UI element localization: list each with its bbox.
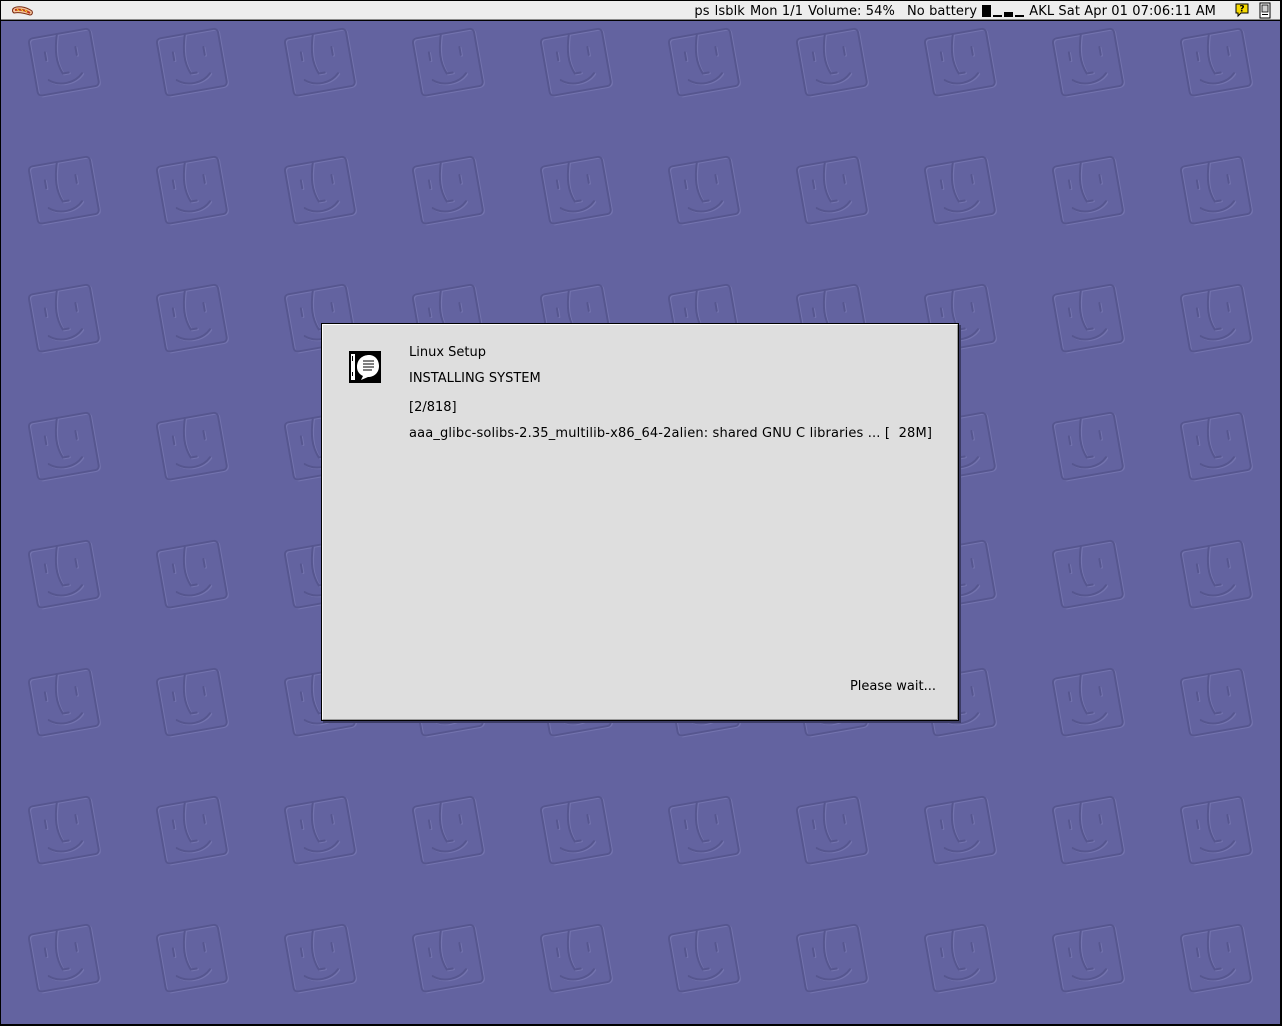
setup-dialog: Linux Setup INSTALLING SYSTEM [2/818] aa… [321,323,959,721]
hotdog-logo-icon[interactable] [11,2,35,19]
dialog-heading: INSTALLING SYSTEM [409,371,541,386]
package-description: aaa_glibc-solibs-2.35_multilib-x86_64-2a… [409,426,933,441]
status-datetime[interactable]: AKL Sat Apr 01 07:06:11 AM [1029,4,1216,19]
package-counter: [2/818] [409,400,457,415]
status-battery: No battery [906,3,978,19]
signal-bars-icon [982,5,1025,17]
setup-document-icon [349,351,381,383]
svg-text:?: ? [1239,5,1244,15]
please-wait-label: Please wait... [849,679,936,694]
application-switcher-icon[interactable] [1258,2,1272,19]
status-strip: ps lsblk Mon 1/1 Volume: 54% No battery … [689,3,1216,19]
help-balloon-icon[interactable]: ? [1234,2,1250,18]
status-volume[interactable]: Volume: 54% [808,4,895,19]
status-program[interactable]: ps [694,4,709,19]
status-keyboard-layout[interactable]: lsblk [715,4,745,19]
status-monitor[interactable]: Mon 1/1 [750,4,803,19]
menu-bar: ps lsblk Mon 1/1 Volume: 54% No battery … [1,1,1280,20]
dialog-title: Linux Setup [409,345,486,360]
